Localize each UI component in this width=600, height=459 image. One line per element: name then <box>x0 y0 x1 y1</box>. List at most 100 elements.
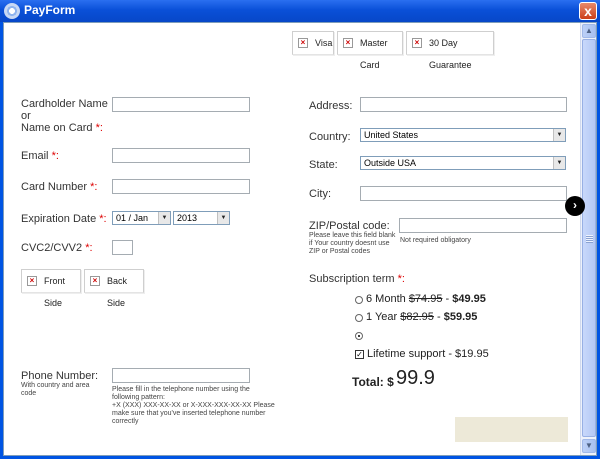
hint-line: if Your country doesnt use <box>309 240 390 247</box>
expiration-year-select[interactable]: 2013 ▼ <box>173 211 230 225</box>
scroll-down-icon[interactable]: ▼ <box>582 439 596 453</box>
hint-line: code <box>21 390 37 397</box>
submit-button[interactable] <box>455 417 568 442</box>
hint-line: Please fill in the telephone number usin… <box>112 386 250 393</box>
total-label-text: Total: <box>352 375 384 389</box>
expiration-label: Expiration Date *: <box>21 213 107 225</box>
chevron-right-icon[interactable]: › <box>565 196 585 216</box>
country-label: Country: <box>309 131 351 143</box>
tab-back-side[interactable]: × Back Side <box>84 269 144 308</box>
required-mark: *: <box>95 122 103 134</box>
hint-line: following pattern: <box>112 394 165 401</box>
required-mark: *: <box>397 273 405 285</box>
scroll-thumb[interactable] <box>582 39 596 437</box>
old-price: $74.95 <box>408 293 443 305</box>
option-1-year: 1 Year $82.95 - $59.95 <box>366 311 477 323</box>
zip-note: Not required obligatory <box>400 237 471 244</box>
required-mark: *: <box>51 150 59 162</box>
window-body: × Visa × Master Card × 30 Day Guarantee … <box>3 22 597 456</box>
hint-line: With country and area <box>21 382 90 389</box>
broken-image-icon: × <box>412 38 422 48</box>
country-select[interactable]: United States ▼ <box>360 128 566 142</box>
chevron-down-icon: ▼ <box>553 129 565 141</box>
expiration-label-text: Expiration Date <box>21 213 97 225</box>
title-bar: PayForm x <box>0 0 600 22</box>
cardholder-line: Name on Card <box>21 122 93 134</box>
country-value: United States <box>364 130 419 140</box>
new-price: $59.95 <box>443 311 478 323</box>
state-label: State: <box>309 159 338 171</box>
cardholder-label: Cardholder Name or Name on Card *: <box>21 98 108 134</box>
city-input[interactable] <box>360 186 567 201</box>
address-input[interactable] <box>360 97 567 112</box>
zip-hint: Please leave this field blank if Your co… <box>309 232 395 256</box>
subscription-label-text: Subscription term <box>309 273 395 285</box>
broken-image-icon: × <box>298 38 308 48</box>
email-label: Email *: <box>21 150 59 162</box>
cardholder-line: Cardholder Name <box>21 98 108 110</box>
chevron-down-icon: ▼ <box>158 212 170 224</box>
price-separator: - <box>436 311 441 323</box>
required-mark: *: <box>99 213 107 225</box>
state-select[interactable]: Outside USA ▼ <box>360 156 566 170</box>
vertical-scrollbar[interactable]: ▲ ▼ <box>580 23 596 455</box>
cvc-label: CVC2/CVV2 *: <box>21 242 93 254</box>
phone-input[interactable] <box>112 368 250 383</box>
radio-1-year[interactable] <box>355 314 363 322</box>
phone-label: Phone Number: <box>21 370 99 382</box>
address-label: Address: <box>309 100 353 112</box>
guarantee-badge: × 30 Day Guarantee <box>406 31 494 70</box>
cvc-input[interactable] <box>112 240 133 255</box>
required-mark: *: <box>85 242 93 254</box>
hint-line: Please leave this field blank <box>309 232 396 239</box>
hint-line: correctly <box>112 418 139 425</box>
scroll-up-icon[interactable]: ▲ <box>582 24 596 38</box>
new-price: $49.95 <box>452 293 486 305</box>
hint-line: ZIP or Postal codes <box>309 248 370 255</box>
hint-line: +X (XXX) XXX-XX-XX or X-XXX-XXX-XX-XX Pl… <box>112 402 275 409</box>
tab-front-side[interactable]: × Front Side <box>21 269 81 308</box>
total-currency: $ <box>387 375 394 389</box>
expiration-month-select[interactable]: 01 / Jan ▼ <box>112 211 171 225</box>
subscription-label: Subscription term *: <box>309 273 405 285</box>
city-label: City: <box>309 188 331 200</box>
expiration-month-value: 01 / Jan <box>116 213 149 223</box>
broken-image-icon: × <box>90 276 100 286</box>
cardholder-name-input[interactable] <box>112 97 250 112</box>
radio-6-month[interactable] <box>355 296 363 304</box>
badge-label: Visa <box>315 38 333 48</box>
close-button[interactable]: x <box>579 2 597 20</box>
option-term: 6 Month <box>366 293 406 305</box>
email-input[interactable] <box>112 148 250 163</box>
card-number-input[interactable] <box>112 179 250 194</box>
broken-image-icon: × <box>343 38 353 48</box>
required-mark: *: <box>90 181 98 193</box>
tab-label: Front Side <box>44 276 66 308</box>
payment-form: × Visa × Master Card × 30 Day Guarantee … <box>5 24 580 454</box>
total-label: Total: $ <box>352 376 394 388</box>
radio-third-option[interactable] <box>355 332 363 340</box>
price-separator: - <box>445 293 450 305</box>
old-price: $82.95 <box>400 311 434 323</box>
card-number-label-text: Card Number <box>21 181 88 193</box>
option-term: 1 Year <box>366 311 398 323</box>
phone-hint: With country and area code <box>21 382 89 398</box>
zip-input[interactable] <box>399 218 567 233</box>
lifetime-support-checkbox[interactable]: ✓ <box>355 350 364 359</box>
card-number-label: Card Number *: <box>21 181 97 193</box>
lifetime-support-label: Lifetime support - $19.95 <box>367 348 489 360</box>
badge-label: Master Card <box>360 38 388 70</box>
app-icon <box>4 3 20 19</box>
chevron-down-icon: ▼ <box>553 157 565 169</box>
cvc-label-text: CVC2/CVV2 <box>21 242 83 254</box>
grip-icon <box>586 235 593 243</box>
cardholder-line: or <box>21 110 31 122</box>
state-value: Outside USA <box>364 158 417 168</box>
email-label-text: Email <box>21 150 49 162</box>
window-title: PayForm <box>24 3 76 17</box>
option-6-month: 6 Month $74.95 - $49.95 <box>366 293 486 305</box>
zip-label: ZIP/Postal code: <box>309 220 390 232</box>
tab-label: Back Side <box>107 276 128 308</box>
total-value: 99.9 <box>396 367 435 389</box>
mastercard-badge: × Master Card <box>337 31 403 70</box>
